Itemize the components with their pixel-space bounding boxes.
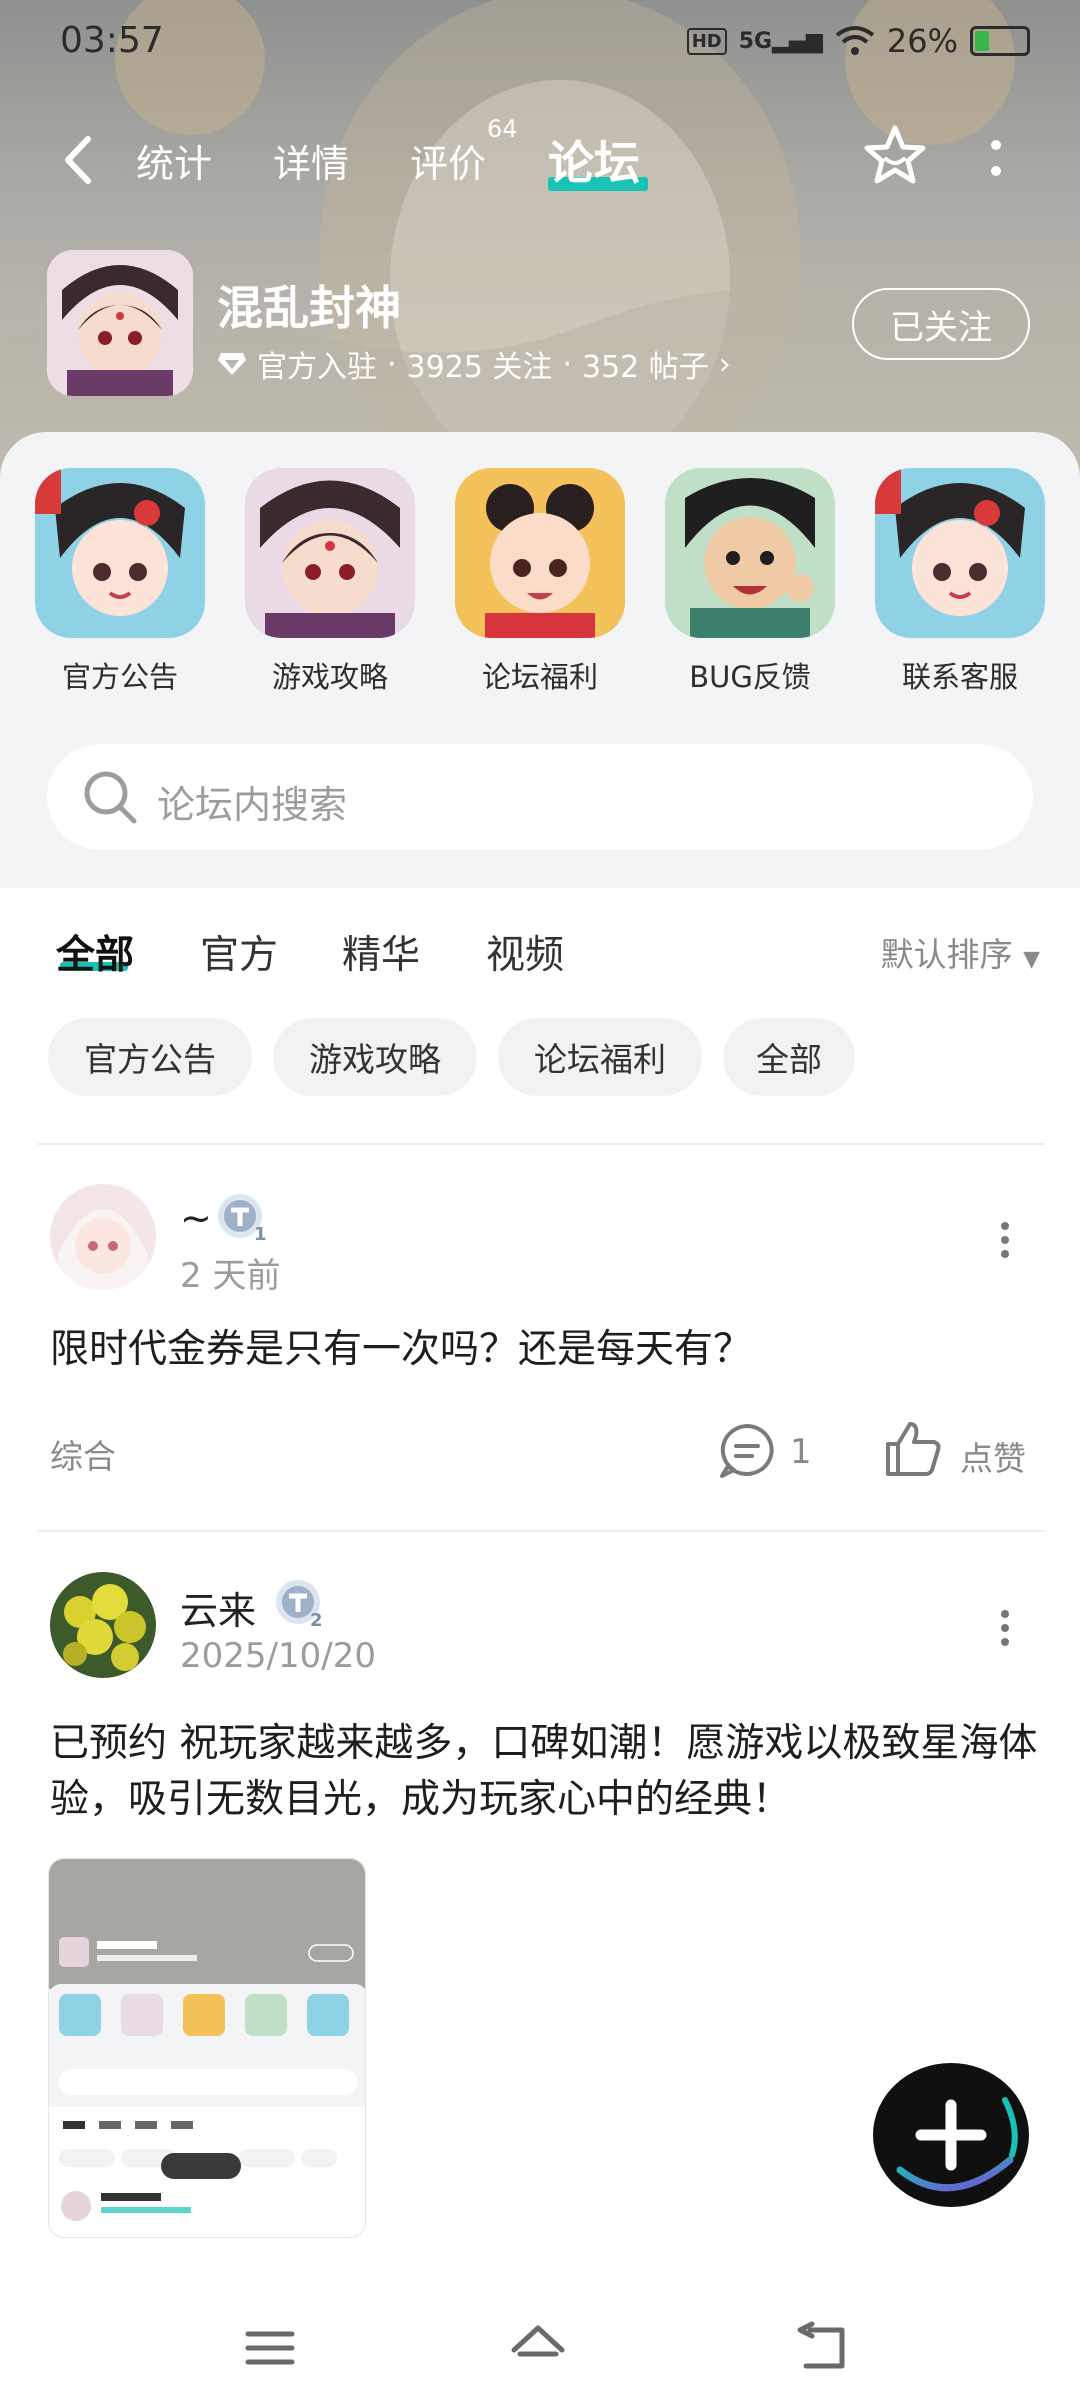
category-label: BUG反馈 — [689, 660, 811, 694]
svg-text:1: 1 — [254, 1224, 267, 1244]
divider — [38, 1143, 1044, 1145]
chevron-right-icon: › — [718, 346, 731, 382]
category-official-notice[interactable]: 官方公告 — [35, 468, 205, 696]
posts-count: 352 帖子 — [581, 350, 709, 385]
tab-forum[interactable]: 论坛 — [548, 127, 640, 193]
star-icon[interactable] — [862, 123, 928, 189]
like-button-label[interactable]: 点赞 — [960, 1432, 1026, 1480]
chip-forum-welfare[interactable]: 论坛福利 — [498, 1018, 702, 1096]
search-input[interactable]: 论坛内搜索 — [157, 774, 347, 829]
game-info: 混乱封神 官方入驻 · 3925 关注 · 352 帖子 › 已关注 — [0, 250, 1080, 400]
wifi-icon — [835, 26, 875, 55]
diamond-icon — [218, 353, 246, 375]
comment-count: 1 — [790, 1432, 812, 1472]
category-forum-welfare[interactable]: 论坛福利 — [455, 468, 625, 696]
game-avatar[interactable] — [47, 250, 193, 396]
tab-reviews[interactable]: 评价 — [410, 133, 486, 188]
divider — [38, 1530, 1044, 1532]
category-icon-official-notice — [35, 468, 205, 638]
post-author[interactable]: ~ — [180, 1196, 212, 1240]
menu-icon[interactable] — [240, 2320, 300, 2376]
tab-details[interactable]: 详情 — [273, 133, 349, 188]
avatar[interactable] — [50, 1572, 156, 1678]
sort-label: 默认排序 — [880, 935, 1013, 974]
sort-dropdown[interactable]: 默认排序 ▼ — [881, 928, 1040, 976]
user-level-badge-icon: 1 — [218, 1194, 267, 1244]
filter-tab-video[interactable]: 视频 — [486, 924, 564, 980]
filter-tab-all[interactable]: 全部 — [56, 924, 134, 980]
filter-tabs: 全部 官方 精华 视频 默认排序 ▼ — [0, 888, 1080, 1008]
game-header: 03:57 HD 5G▂▄▆ 26% 统计 详情 评价 64 论坛 混乱封神 官… — [0, 0, 1080, 480]
top-nav: 统计 详情 评价 64 论坛 — [0, 115, 1080, 205]
chip-all[interactable]: 全部 — [723, 1018, 855, 1096]
caret-down-icon: ▼ — [1023, 947, 1040, 972]
topic-chips: 官方公告 游戏攻略 论坛福利 全部 — [0, 1018, 1080, 1100]
search-icon — [84, 771, 137, 824]
post-more-icon[interactable] — [1000, 1610, 1010, 1646]
forum-sheet: 官方公告 游戏攻略 论坛福利 BUG反馈 联系客服 论坛内搜索 — [0, 432, 1080, 888]
user-level-badge-icon: 2 — [276, 1580, 323, 1630]
back-arrow-icon[interactable] — [58, 135, 98, 185]
filter-tab-featured[interactable]: 精华 — [342, 924, 420, 980]
tab-stats[interactable]: 统计 — [136, 133, 212, 188]
category-contact-support[interactable]: 联系客服 — [875, 468, 1045, 696]
system-navigation-bar — [0, 2300, 1080, 2408]
category-bug-report[interactable]: BUG反馈 — [665, 468, 835, 696]
home-icon[interactable] — [508, 2320, 568, 2376]
post-more-icon[interactable] — [1000, 1222, 1010, 1258]
post-tag[interactable]: 综合 — [50, 1430, 116, 1478]
game-title: 混乱封神 — [217, 281, 401, 335]
category-label: 论坛福利 — [481, 660, 598, 694]
reviews-count-badge: 64 — [487, 115, 518, 143]
battery-icon — [970, 26, 1030, 56]
more-options-icon[interactable] — [990, 137, 1002, 181]
post-content[interactable]: 限时代金券是只有一次吗？还是每天有？ — [50, 1322, 1040, 1378]
chip-official-notice[interactable]: 官方公告 — [48, 1018, 252, 1096]
forum-search-bar[interactable]: 论坛内搜索 — [47, 744, 1033, 850]
back-icon[interactable] — [794, 2320, 854, 2376]
post-content[interactable]: 已预约 祝玩家越来越多，口碑如潮！愿游戏以极致星海体验，吸引无数目光，成为玩家心… — [50, 1716, 1040, 1828]
game-meta[interactable]: 官方入驻 · 3925 关注 · 352 帖子 › — [217, 342, 731, 386]
thumbs-up-icon[interactable] — [882, 1418, 944, 1478]
category-label: 游戏攻略 — [271, 660, 388, 694]
avatar-art — [50, 1572, 156, 1678]
post-image-thumbnail[interactable] — [48, 1858, 366, 2238]
official-label: 官方入驻 — [257, 350, 377, 385]
category-icon-contact-support — [875, 468, 1045, 638]
filter-tab-official[interactable]: 官方 — [200, 924, 278, 980]
avatar-art — [50, 1184, 156, 1290]
follow-button[interactable]: 已关注 — [852, 288, 1030, 360]
new-post-button[interactable] — [870, 2060, 1032, 2210]
screenshot-thumbnail — [49, 1859, 365, 2237]
category-label: 联系客服 — [901, 660, 1018, 694]
svg-text:2: 2 — [310, 1610, 323, 1630]
hd-icon: HD — [686, 27, 727, 55]
status-icons: HD 5G▂▄▆ 26% — [686, 22, 1030, 60]
post-author[interactable]: 云来 — [180, 1580, 256, 1635]
category-icon-bug-report — [665, 468, 835, 638]
battery-percent: 26% — [886, 22, 958, 60]
chip-game-guide[interactable]: 游戏攻略 — [273, 1018, 477, 1096]
followers-count: 3925 关注 — [406, 350, 553, 385]
category-game-guide[interactable]: 游戏攻略 — [245, 468, 415, 696]
category-icon-forum-welfare — [455, 468, 625, 638]
post-time: 2 天前 — [180, 1256, 281, 1296]
category-label: 官方公告 — [61, 660, 178, 694]
comment-icon[interactable] — [716, 1420, 778, 1480]
status-bar: 03:57 HD 5G▂▄▆ 26% — [0, 0, 1080, 90]
category-icon-game-guide — [245, 468, 415, 638]
avatar[interactable] — [50, 1184, 156, 1290]
status-time: 03:57 — [60, 20, 164, 61]
signal-icon: 5G▂▄▆ — [738, 28, 823, 54]
post-time: 2025/10/20 — [180, 1636, 376, 1676]
game-avatar-art — [47, 250, 193, 396]
